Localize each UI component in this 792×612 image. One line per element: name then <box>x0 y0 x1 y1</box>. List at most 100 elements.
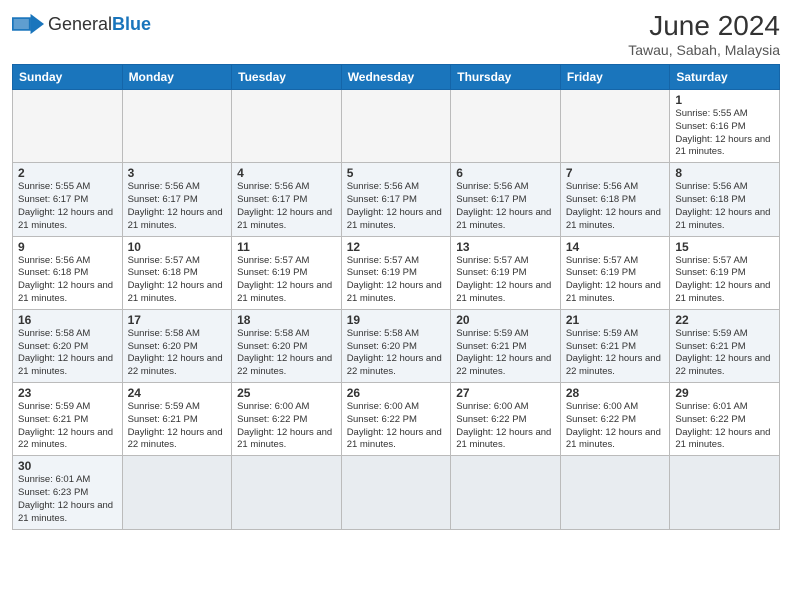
calendar-cell <box>451 90 561 163</box>
calendar-cell: 22Sunrise: 5:59 AM Sunset: 6:21 PM Dayli… <box>670 309 780 382</box>
weekday-header-sunday: Sunday <box>13 65 123 90</box>
calendar-cell: 11Sunrise: 5:57 AM Sunset: 6:19 PM Dayli… <box>232 236 342 309</box>
logo-text: GeneralBlue <box>48 15 151 33</box>
day-info: Sunrise: 5:59 AM Sunset: 6:21 PM Dayligh… <box>18 401 117 452</box>
day-info: Sunrise: 6:00 AM Sunset: 6:22 PM Dayligh… <box>566 401 665 452</box>
calendar-subtitle: Tawau, Sabah, Malaysia <box>628 42 780 58</box>
day-info: Sunrise: 5:59 AM Sunset: 6:21 PM Dayligh… <box>456 328 555 379</box>
calendar-cell <box>560 90 670 163</box>
calendar-cell <box>670 456 780 529</box>
calendar-cell <box>122 90 232 163</box>
day-info: Sunrise: 6:00 AM Sunset: 6:22 PM Dayligh… <box>456 401 555 452</box>
day-number: 20 <box>456 313 555 327</box>
calendar-cell: 27Sunrise: 6:00 AM Sunset: 6:22 PM Dayli… <box>451 383 561 456</box>
calendar-title: June 2024 <box>628 10 780 42</box>
calendar-cell: 19Sunrise: 5:58 AM Sunset: 6:20 PM Dayli… <box>341 309 451 382</box>
calendar-cell: 2Sunrise: 5:55 AM Sunset: 6:17 PM Daylig… <box>13 163 123 236</box>
day-info: Sunrise: 5:57 AM Sunset: 6:19 PM Dayligh… <box>237 255 336 306</box>
calendar-week-row: 23Sunrise: 5:59 AM Sunset: 6:21 PM Dayli… <box>13 383 780 456</box>
day-info: Sunrise: 5:56 AM Sunset: 6:17 PM Dayligh… <box>347 181 446 232</box>
day-number: 25 <box>237 386 336 400</box>
day-info: Sunrise: 5:57 AM Sunset: 6:19 PM Dayligh… <box>566 255 665 306</box>
calendar-cell: 7Sunrise: 5:56 AM Sunset: 6:18 PM Daylig… <box>560 163 670 236</box>
day-info: Sunrise: 5:58 AM Sunset: 6:20 PM Dayligh… <box>347 328 446 379</box>
calendar-cell: 9Sunrise: 5:56 AM Sunset: 6:18 PM Daylig… <box>13 236 123 309</box>
day-number: 15 <box>675 240 774 254</box>
day-info: Sunrise: 5:59 AM Sunset: 6:21 PM Dayligh… <box>675 328 774 379</box>
day-number: 1 <box>675 93 774 107</box>
day-info: Sunrise: 5:57 AM Sunset: 6:18 PM Dayligh… <box>128 255 227 306</box>
weekday-header-tuesday: Tuesday <box>232 65 342 90</box>
day-number: 27 <box>456 386 555 400</box>
day-info: Sunrise: 5:59 AM Sunset: 6:21 PM Dayligh… <box>128 401 227 452</box>
calendar-week-row: 1Sunrise: 5:55 AM Sunset: 6:16 PM Daylig… <box>13 90 780 163</box>
day-info: Sunrise: 5:56 AM Sunset: 6:18 PM Dayligh… <box>18 255 117 306</box>
day-number: 30 <box>18 459 117 473</box>
calendar-cell: 15Sunrise: 5:57 AM Sunset: 6:19 PM Dayli… <box>670 236 780 309</box>
calendar-cell: 12Sunrise: 5:57 AM Sunset: 6:19 PM Dayli… <box>341 236 451 309</box>
calendar-cell: 6Sunrise: 5:56 AM Sunset: 6:17 PM Daylig… <box>451 163 561 236</box>
calendar-cell: 23Sunrise: 5:59 AM Sunset: 6:21 PM Dayli… <box>13 383 123 456</box>
day-number: 16 <box>18 313 117 327</box>
day-number: 2 <box>18 166 117 180</box>
weekday-header-saturday: Saturday <box>670 65 780 90</box>
calendar-week-row: 9Sunrise: 5:56 AM Sunset: 6:18 PM Daylig… <box>13 236 780 309</box>
calendar-week-row: 2Sunrise: 5:55 AM Sunset: 6:17 PM Daylig… <box>13 163 780 236</box>
day-number: 5 <box>347 166 446 180</box>
day-info: Sunrise: 6:01 AM Sunset: 6:23 PM Dayligh… <box>18 474 117 525</box>
calendar-cell: 28Sunrise: 6:00 AM Sunset: 6:22 PM Dayli… <box>560 383 670 456</box>
calendar-cell: 1Sunrise: 5:55 AM Sunset: 6:16 PM Daylig… <box>670 90 780 163</box>
calendar-cell: 13Sunrise: 5:57 AM Sunset: 6:19 PM Dayli… <box>451 236 561 309</box>
day-info: Sunrise: 5:57 AM Sunset: 6:19 PM Dayligh… <box>456 255 555 306</box>
calendar-cell: 25Sunrise: 6:00 AM Sunset: 6:22 PM Dayli… <box>232 383 342 456</box>
calendar-cell: 18Sunrise: 5:58 AM Sunset: 6:20 PM Dayli… <box>232 309 342 382</box>
calendar-week-row: 16Sunrise: 5:58 AM Sunset: 6:20 PM Dayli… <box>13 309 780 382</box>
calendar-cell: 8Sunrise: 5:56 AM Sunset: 6:18 PM Daylig… <box>670 163 780 236</box>
day-info: Sunrise: 5:55 AM Sunset: 6:17 PM Dayligh… <box>18 181 117 232</box>
weekday-header-row: SundayMondayTuesdayWednesdayThursdayFrid… <box>13 65 780 90</box>
day-number: 13 <box>456 240 555 254</box>
day-number: 26 <box>347 386 446 400</box>
calendar-cell: 16Sunrise: 5:58 AM Sunset: 6:20 PM Dayli… <box>13 309 123 382</box>
header: GeneralBlue June 2024 Tawau, Sabah, Mala… <box>12 10 780 58</box>
day-number: 8 <box>675 166 774 180</box>
calendar-cell: 24Sunrise: 5:59 AM Sunset: 6:21 PM Dayli… <box>122 383 232 456</box>
calendar-cell <box>13 90 123 163</box>
day-info: Sunrise: 5:55 AM Sunset: 6:16 PM Dayligh… <box>675 108 774 159</box>
calendar-cell: 29Sunrise: 6:01 AM Sunset: 6:22 PM Dayli… <box>670 383 780 456</box>
weekday-header-monday: Monday <box>122 65 232 90</box>
day-info: Sunrise: 5:58 AM Sunset: 6:20 PM Dayligh… <box>18 328 117 379</box>
logo: GeneralBlue <box>12 10 151 38</box>
generalblue-icon <box>12 10 44 38</box>
calendar-cell: 14Sunrise: 5:57 AM Sunset: 6:19 PM Dayli… <box>560 236 670 309</box>
day-number: 6 <box>456 166 555 180</box>
calendar-cell <box>232 90 342 163</box>
title-block: June 2024 Tawau, Sabah, Malaysia <box>628 10 780 58</box>
calendar-cell: 3Sunrise: 5:56 AM Sunset: 6:17 PM Daylig… <box>122 163 232 236</box>
day-number: 7 <box>566 166 665 180</box>
day-number: 10 <box>128 240 227 254</box>
day-info: Sunrise: 5:56 AM Sunset: 6:17 PM Dayligh… <box>237 181 336 232</box>
day-number: 23 <box>18 386 117 400</box>
day-number: 4 <box>237 166 336 180</box>
calendar-table: SundayMondayTuesdayWednesdayThursdayFrid… <box>12 64 780 530</box>
calendar-cell <box>232 456 342 529</box>
day-info: Sunrise: 5:56 AM Sunset: 6:17 PM Dayligh… <box>456 181 555 232</box>
day-number: 21 <box>566 313 665 327</box>
calendar-cell: 20Sunrise: 5:59 AM Sunset: 6:21 PM Dayli… <box>451 309 561 382</box>
weekday-header-wednesday: Wednesday <box>341 65 451 90</box>
calendar-cell <box>560 456 670 529</box>
calendar-cell: 21Sunrise: 5:59 AM Sunset: 6:21 PM Dayli… <box>560 309 670 382</box>
calendar-cell: 17Sunrise: 5:58 AM Sunset: 6:20 PM Dayli… <box>122 309 232 382</box>
day-number: 3 <box>128 166 227 180</box>
day-number: 12 <box>347 240 446 254</box>
calendar-cell: 26Sunrise: 6:00 AM Sunset: 6:22 PM Dayli… <box>341 383 451 456</box>
day-number: 14 <box>566 240 665 254</box>
weekday-header-friday: Friday <box>560 65 670 90</box>
calendar-cell <box>341 456 451 529</box>
day-info: Sunrise: 6:00 AM Sunset: 6:22 PM Dayligh… <box>347 401 446 452</box>
page: GeneralBlue June 2024 Tawau, Sabah, Mala… <box>0 0 792 612</box>
day-info: Sunrise: 5:58 AM Sunset: 6:20 PM Dayligh… <box>128 328 227 379</box>
day-info: Sunrise: 6:00 AM Sunset: 6:22 PM Dayligh… <box>237 401 336 452</box>
calendar-cell: 10Sunrise: 5:57 AM Sunset: 6:18 PM Dayli… <box>122 236 232 309</box>
